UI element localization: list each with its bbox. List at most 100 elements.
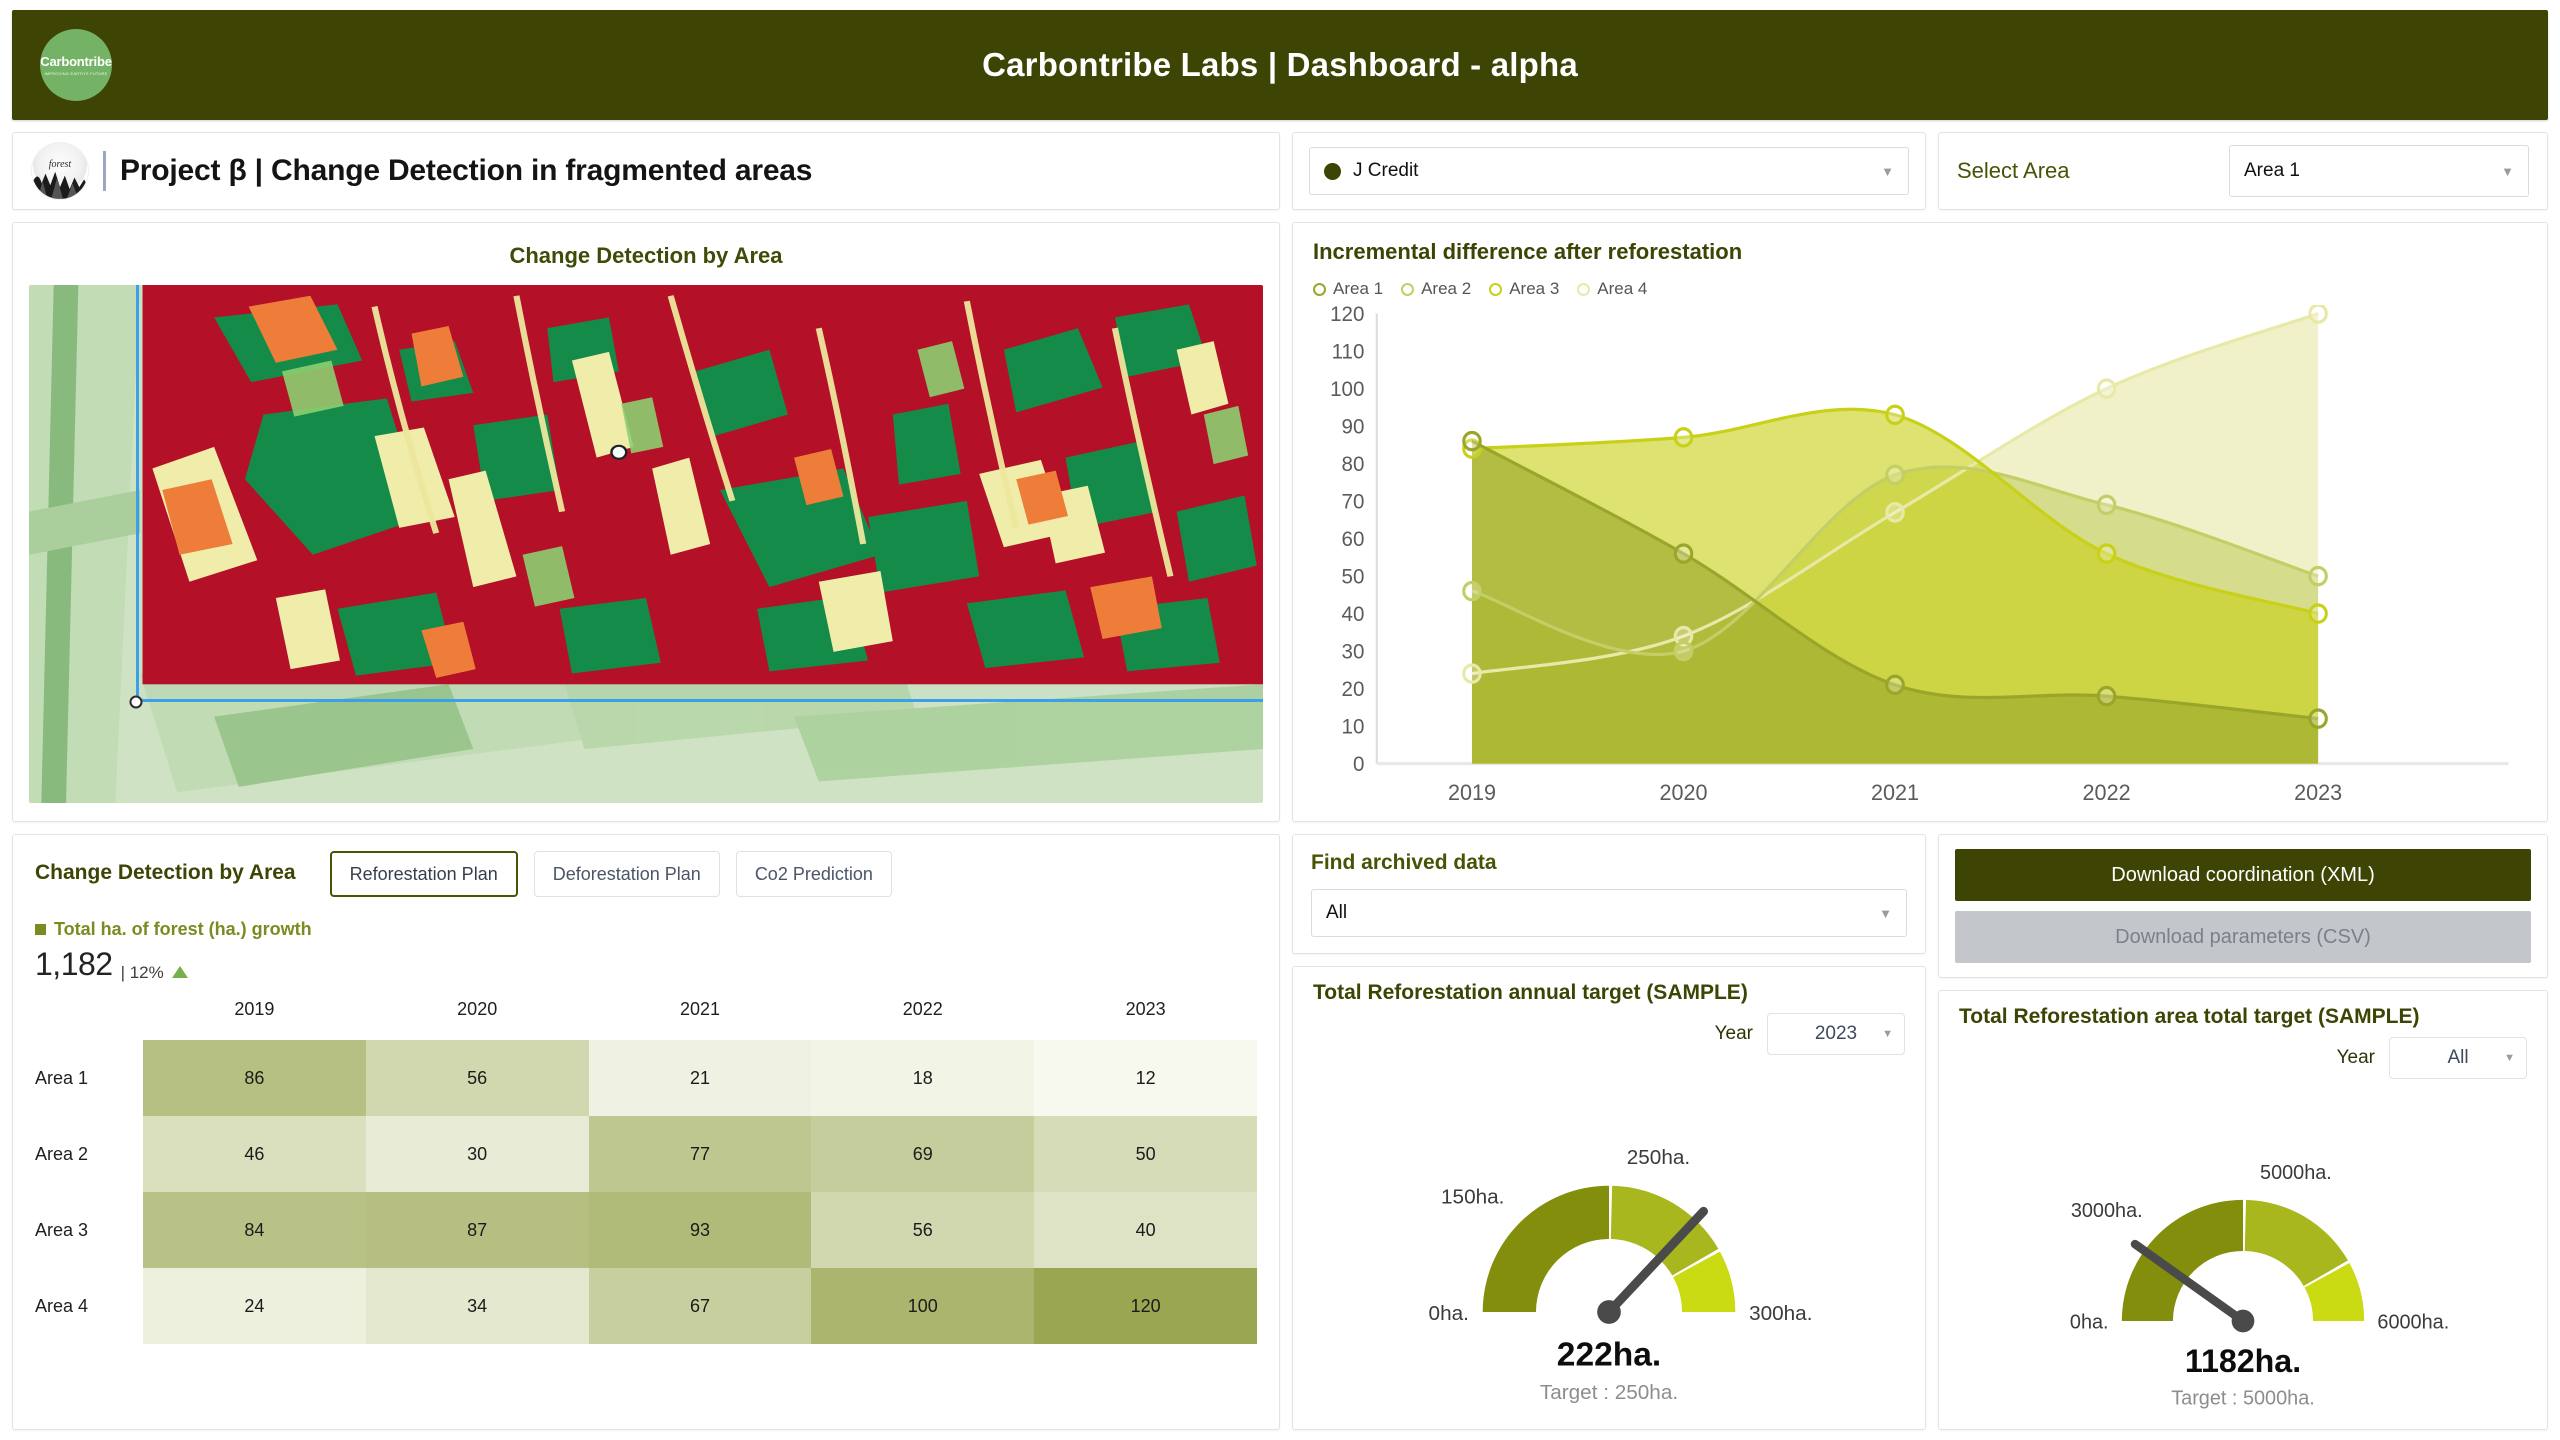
table-cell[interactable]: 77 — [589, 1116, 812, 1192]
table-cell[interactable]: 56 — [811, 1192, 1034, 1268]
chart-legend: Area 1 Area 2 Area 3 Area 4 — [1313, 279, 2527, 299]
legend-label: Area 3 — [1509, 279, 1559, 299]
table-cell[interactable]: 69 — [811, 1116, 1034, 1192]
chevron-down-icon: ▼ — [1882, 1028, 1893, 1040]
svg-text:100: 100 — [1330, 378, 1364, 402]
carbontribe-logo: Carbontribe IMPROVING EARTH'S FUTURE — [40, 29, 112, 101]
table-column-header: 2021 — [589, 999, 812, 1040]
table-column-header: 2020 — [366, 999, 589, 1040]
total-year-label: Year — [2337, 1047, 2375, 1069]
aoi-selection-rect[interactable] — [136, 285, 1263, 702]
table-cell[interactable]: 86 — [143, 1040, 366, 1116]
area-select[interactable]: Area 1 ▼ — [2229, 145, 2529, 197]
download-csv-button[interactable]: Download parameters (CSV) — [1955, 911, 2531, 963]
table-cell[interactable]: 93 — [589, 1192, 812, 1268]
download-xml-button[interactable]: Download coordination (XML) — [1955, 849, 2531, 901]
annual-target-title: Total Reforestation annual target (SAMPL… — [1313, 981, 1905, 1005]
reforestation-plan-button[interactable]: Reforestation Plan — [330, 851, 518, 897]
legend-label: Area 2 — [1421, 279, 1471, 299]
co2-prediction-button[interactable]: Co2 Prediction — [736, 851, 892, 897]
legend-item[interactable]: Area 2 — [1401, 279, 1471, 299]
aoi-selection-handle[interactable] — [130, 695, 143, 708]
table-row: Area 38487935640 — [35, 1192, 1257, 1268]
annual-target-panel: Total Reforestation annual target (SAMPL… — [1292, 966, 1926, 1430]
deforestation-plan-button[interactable]: Deforestation Plan — [534, 851, 720, 897]
page-title: Project β | Change Detection in fragment… — [120, 154, 812, 188]
trend-up-icon — [172, 966, 188, 978]
table-cell[interactable]: 67 — [589, 1268, 812, 1344]
forest-icon — [32, 164, 88, 199]
svg-text:0ha.: 0ha. — [1429, 1302, 1469, 1325]
total-gauge: 0ha.3000ha.5000ha.6000ha.1182ha.Target :… — [1959, 1079, 2527, 1421]
credit-select[interactable]: J Credit ▼ — [1309, 147, 1909, 195]
svg-text:10: 10 — [1342, 715, 1365, 739]
svg-text:222ha.: 222ha. — [1557, 1336, 1661, 1373]
metric-value: 1,182 — [35, 946, 113, 983]
svg-text:250ha.: 250ha. — [1627, 1146, 1690, 1169]
metric-row: 1,182 | 12% — [35, 946, 1257, 983]
legend-item[interactable]: Area 1 — [1313, 279, 1383, 299]
table-row-label: Area 3 — [35, 1192, 143, 1268]
total-year-value: All — [2447, 1047, 2468, 1069]
table-cell[interactable]: 87 — [366, 1192, 589, 1268]
table-cell[interactable]: 21 — [589, 1040, 812, 1116]
table-cell[interactable]: 46 — [143, 1116, 366, 1192]
table-cell[interactable]: 56 — [366, 1040, 589, 1116]
archive-select[interactable]: All ▼ — [1311, 889, 1907, 937]
metric-delta: | 12% — [121, 963, 164, 983]
table-cell[interactable]: 84 — [143, 1192, 366, 1268]
chart-title: Incremental difference after reforestati… — [1313, 239, 2527, 265]
svg-text:80: 80 — [1342, 453, 1365, 477]
table-row: Area 4243467100120 — [35, 1268, 1257, 1344]
svg-text:2023: 2023 — [2294, 780, 2342, 806]
area-select-value: Area 1 — [2244, 160, 2300, 182]
map-image[interactable] — [29, 285, 1263, 803]
legend-dot-icon — [1401, 283, 1414, 296]
middle-column: Find archived data All ▼ Total Reforesta… — [1292, 834, 1926, 1430]
legend-label: Area 4 — [1597, 279, 1647, 299]
total-target-panel: Total Reforestation area total target (S… — [1938, 990, 2548, 1430]
svg-text:1182ha.: 1182ha. — [2185, 1343, 2301, 1379]
table-cell[interactable]: 12 — [1034, 1040, 1257, 1116]
table-cell[interactable]: 24 — [143, 1268, 366, 1344]
svg-text:2020: 2020 — [1659, 780, 1707, 806]
chevron-down-icon: ▼ — [1879, 906, 1892, 921]
legend-dot-icon — [1313, 283, 1326, 296]
change-detection-table-panel: Change Detection by Area Reforestation P… — [12, 834, 1280, 1430]
legend-dot-icon — [1489, 283, 1502, 296]
table-cell[interactable]: 30 — [366, 1116, 589, 1192]
svg-text:150ha.: 150ha. — [1441, 1185, 1504, 1208]
table-column-header: 2019 — [143, 999, 366, 1040]
total-year-select[interactable]: All ▼ — [2389, 1037, 2527, 1079]
svg-text:3000ha.: 3000ha. — [2071, 1200, 2143, 1222]
archive-panel: Find archived data All ▼ — [1292, 834, 1926, 954]
table-cell[interactable]: 120 — [1034, 1268, 1257, 1344]
area-chart[interactable]: 0102030405060708090100110120201920202021… — [1313, 305, 2527, 811]
legend-item[interactable]: Area 3 — [1489, 279, 1559, 299]
download-panel: Download coordination (XML) Download par… — [1938, 834, 2548, 978]
app-banner: Carbontribe IMPROVING EARTH'S FUTURE Car… — [12, 10, 2548, 120]
bottom-row: Change Detection by Area Reforestation P… — [12, 834, 2548, 1430]
table-cell[interactable]: 100 — [811, 1268, 1034, 1344]
table-cell[interactable]: 34 — [366, 1268, 589, 1344]
legend-label: Area 1 — [1333, 279, 1383, 299]
project-logo-icon: forest — [31, 142, 89, 200]
chevron-down-icon: ▼ — [1881, 164, 1894, 179]
table-cell[interactable]: 50 — [1034, 1116, 1257, 1192]
legend-item[interactable]: Area 4 — [1577, 279, 1647, 299]
credit-select-value: J Credit — [1353, 160, 1418, 182]
svg-text:2019: 2019 — [1448, 780, 1496, 806]
app-title: Carbontribe Labs | Dashboard - alpha — [12, 46, 2548, 84]
total-target-title: Total Reforestation area total target (S… — [1959, 1005, 2527, 1029]
table-cell[interactable]: 40 — [1034, 1192, 1257, 1268]
table-cell[interactable]: 18 — [811, 1040, 1034, 1116]
archive-panel-title: Find archived data — [1311, 851, 1907, 875]
table-row-label: Area 4 — [35, 1268, 143, 1344]
metric-square-icon — [35, 924, 46, 935]
svg-text:0: 0 — [1353, 753, 1364, 777]
title-divider — [103, 151, 106, 191]
annual-year-select[interactable]: 2023 ▼ — [1767, 1013, 1905, 1055]
svg-text:300ha.: 300ha. — [1749, 1302, 1812, 1325]
archive-select-value: All — [1326, 902, 1347, 924]
table-panel-title: Change Detection by Area — [35, 851, 296, 885]
